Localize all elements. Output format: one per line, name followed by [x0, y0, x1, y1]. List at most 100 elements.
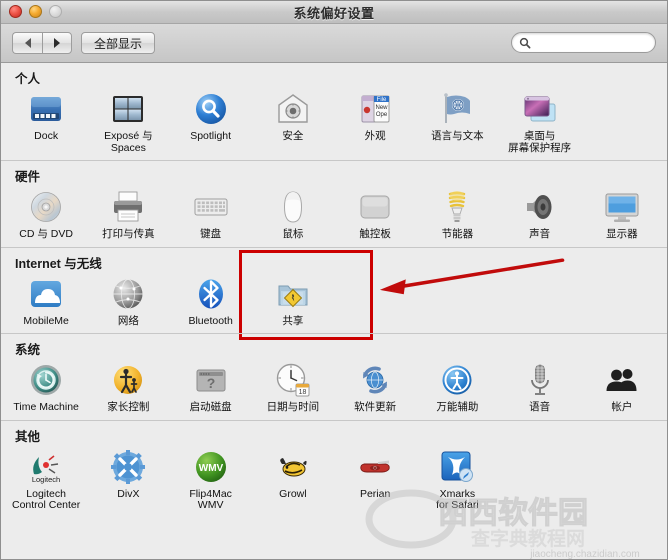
print-fax-icon [109, 188, 147, 226]
time-machine-icon [27, 361, 65, 399]
pref-growl[interactable]: Growl [252, 446, 334, 512]
pref-accounts[interactable]: 帐户 [581, 359, 663, 414]
search-field[interactable] [511, 32, 656, 53]
pref-trackpad[interactable]: 触控板 [334, 186, 416, 241]
pref-expose-spaces[interactable]: Exposé 与 Spaces [87, 88, 169, 154]
bluetooth-icon [192, 275, 230, 313]
pref-label: Spotlight [190, 130, 232, 142]
preferences-content: 个人 Dock Exposé 与 Spaces Spotlight 安全 Fil… [1, 63, 667, 559]
flip4mac-wmv-icon: WMV [192, 448, 230, 486]
pref-dock[interactable]: Dock [5, 88, 87, 154]
pref-startup-disk[interactable]: ? 启动磁盘 [170, 359, 252, 414]
section-hardware: 硬件 CD 与 DVD 打印与传真 键盘 鼠标 触控板 节能器 声音 显示器 [1, 160, 667, 247]
section-title-system: 系统 [15, 343, 41, 357]
mobileme-icon [27, 275, 65, 313]
pref-sharing[interactable]: 共享 [252, 273, 334, 328]
pref-logitech-control-center[interactable]: Logitech Logitech Control Center [5, 446, 87, 512]
desktop-screensaver-icon [521, 90, 559, 128]
navigation-buttons [12, 32, 72, 54]
pref-label: 外观 [364, 130, 386, 142]
network-icon [109, 275, 147, 313]
pref-label: 声音 [529, 228, 551, 240]
pref-print-fax[interactable]: 打印与传真 [87, 186, 169, 241]
section-system: 系统 Time Machine 家长控制 ? 启动磁盘 18 日期与时间 软件更… [1, 333, 667, 420]
pref-label: Dock [34, 130, 59, 142]
keyboard-icon [192, 188, 230, 226]
section-grid-hardware: CD 与 DVD 打印与传真 键盘 鼠标 触控板 节能器 声音 显示器 [1, 186, 667, 247]
security-icon [274, 90, 312, 128]
pref-label: 安全 [282, 130, 304, 142]
pref-label: 网络 [117, 314, 139, 327]
mouse-icon [274, 188, 312, 226]
pref-label: 帐户 [611, 401, 633, 413]
appearance-icon: File New Ope [356, 90, 394, 128]
pref-label: 共享 [282, 314, 304, 327]
pref-xmarks-safari[interactable]: Xmarks for Safari [416, 446, 498, 512]
pref-mobileme[interactable]: MobileMe [5, 273, 87, 328]
svg-text:⊙: ⊙ [373, 465, 378, 470]
sound-icon [521, 188, 559, 226]
pref-network[interactable]: 网络 [87, 273, 169, 328]
parental-controls-icon [109, 361, 147, 399]
pref-bluetooth[interactable]: Bluetooth [170, 273, 252, 328]
pref-energy-saver[interactable]: 节能器 [416, 186, 498, 241]
pref-displays[interactable]: 显示器 [581, 186, 663, 241]
pref-universal-access[interactable]: 万能辅助 [416, 359, 498, 414]
search-input[interactable] [534, 36, 655, 49]
pref-sound[interactable]: 声音 [499, 186, 581, 241]
window-title: 系统偏好设置 [293, 6, 375, 21]
svg-text:New: New [376, 105, 389, 111]
section-personal: 个人 Dock Exposé 与 Spaces Spotlight 安全 Fil… [1, 63, 667, 160]
pref-software-update[interactable]: 软件更新 [334, 359, 416, 414]
divx-icon [109, 448, 147, 486]
grid-spacer [581, 88, 663, 154]
trackpad-icon [356, 188, 394, 226]
pref-parental-controls[interactable]: 家长控制 [87, 359, 169, 414]
date-badge: 18 [298, 389, 306, 396]
pref-date-time[interactable]: 18 日期与时间 [252, 359, 334, 414]
pref-desktop-screensaver[interactable]: 桌面与 屏幕保护程序 [499, 88, 581, 154]
pref-perian[interactable]: ⊙ Perian [334, 446, 416, 512]
date-time-icon: 18 [274, 361, 312, 399]
search-icon [519, 37, 531, 48]
grid-spacer [581, 446, 663, 512]
pref-security[interactable]: 安全 [252, 88, 334, 154]
window-titlebar: 系统偏好设置 [1, 1, 667, 24]
pref-label: 触控板 [359, 228, 391, 240]
svg-text:Ope: Ope [376, 112, 388, 118]
pref-cd-dvd[interactable]: CD 与 DVD [5, 186, 87, 241]
section-grid-other: Logitech Logitech Control Center DivX WM… [1, 446, 667, 518]
show-all-button[interactable]: 全部显示 [81, 32, 156, 54]
pref-speech[interactable]: 语音 [499, 359, 581, 414]
pref-label: DivX [117, 487, 140, 500]
displays-icon [603, 188, 641, 226]
section-grid-personal: Dock Exposé 与 Spaces Spotlight 安全 File N… [1, 88, 667, 160]
pref-language-text[interactable]: 语言与文本 [416, 88, 498, 154]
pref-keyboard[interactable]: 键盘 [170, 186, 252, 241]
watermark-sub: 查字典教程网 [470, 527, 585, 550]
pref-appearance[interactable]: File New Ope 外观 [334, 88, 416, 154]
forward-button[interactable] [42, 32, 72, 54]
pref-time-machine[interactable]: Time Machine [5, 359, 87, 414]
pref-label: 启动磁盘 [189, 401, 232, 413]
back-button[interactable] [12, 32, 42, 54]
pref-spotlight[interactable]: Spotlight [170, 88, 252, 154]
sharing-icon [274, 275, 312, 313]
pref-label: MobileMe [23, 314, 69, 327]
section-title-personal: 个人 [15, 72, 41, 86]
pref-label: 打印与传真 [102, 228, 155, 240]
pref-mouse[interactable]: 鼠标 [252, 186, 334, 241]
system-preferences-window: 系统偏好设置 全部显示 个人 Dock Exposé 与 Spaces Spot… [0, 0, 668, 560]
pref-divx[interactable]: DivX [87, 446, 169, 512]
pref-label: Logitech Control Center [11, 487, 81, 511]
section-grid-system: Time Machine 家长控制 ? 启动磁盘 18 日期与时间 软件更新 万… [1, 359, 667, 420]
xmarks-safari-icon [438, 448, 476, 486]
pref-label: 家长控制 [107, 401, 150, 413]
pref-flip4mac-wmv[interactable]: WMV Flip4Mac WMV [170, 446, 252, 512]
pref-label: 万能辅助 [436, 401, 479, 413]
section-title-other: 其他 [15, 429, 41, 444]
pref-label: Time Machine [13, 401, 79, 413]
pref-label: 节能器 [441, 228, 474, 240]
svg-text:File: File [377, 97, 387, 103]
logitech-control-center-icon: Logitech [27, 448, 65, 486]
